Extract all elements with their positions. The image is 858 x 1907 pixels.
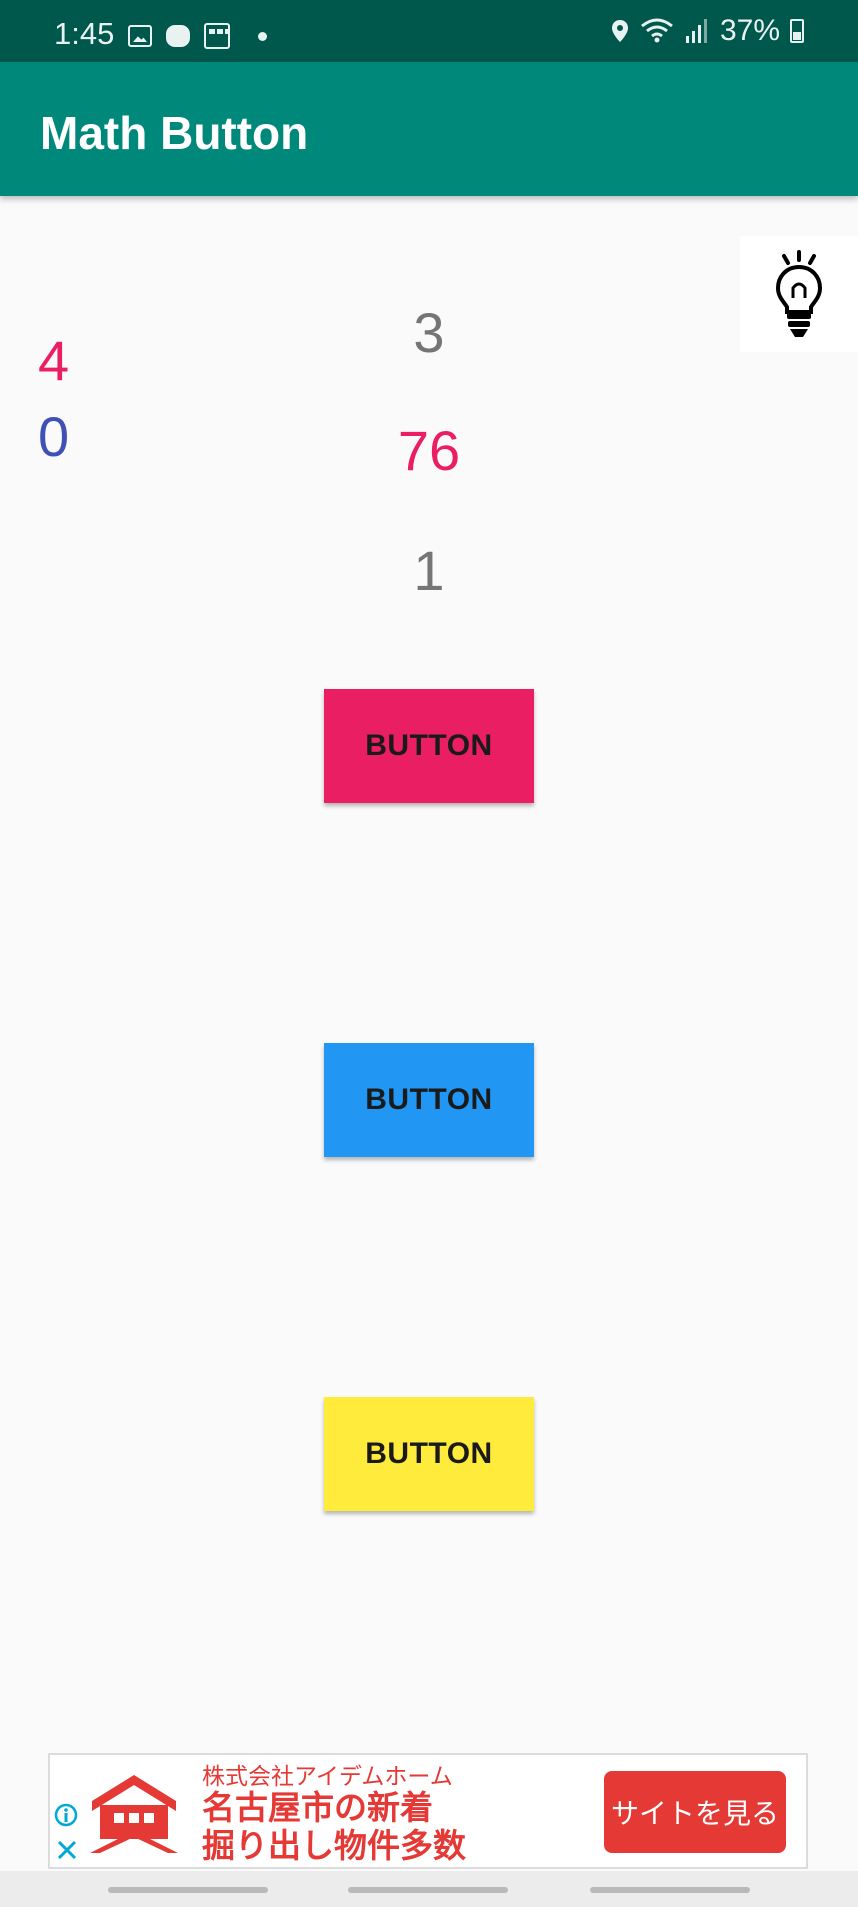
battery-percent: 37% xyxy=(719,14,780,47)
app-title: Math Button xyxy=(40,107,309,159)
ad-headline-line2: 掘り出し物件多数 xyxy=(202,1827,466,1864)
pink-button[interactable]: BUTTON xyxy=(324,689,534,803)
navigation-bar xyxy=(0,1871,858,1907)
calendar-icon xyxy=(204,23,230,49)
close-icon[interactable] xyxy=(56,1839,78,1861)
center-number-middle: 76 xyxy=(397,419,461,482)
center-number-bottom: 1 xyxy=(413,539,445,602)
nav-home[interactable] xyxy=(348,1887,508,1893)
game-icon xyxy=(166,25,190,47)
status-bar: 1:45 37% xyxy=(0,0,858,62)
ad-company-name: 株式会社アイデムホーム xyxy=(202,1763,453,1789)
location-icon xyxy=(611,20,628,42)
app-bar: Math Button xyxy=(0,62,858,196)
nav-back[interactable] xyxy=(108,1887,268,1893)
company-logo xyxy=(90,1775,178,1853)
center-number-top: 3 xyxy=(413,301,445,364)
signal-icon xyxy=(685,19,707,43)
dot-icon xyxy=(258,31,267,41)
system-icons: 37% xyxy=(610,14,804,48)
nav-recents[interactable] xyxy=(590,1887,750,1893)
ad-headline-line1: 名古屋市の新着 xyxy=(202,1789,433,1826)
ad-cta-button[interactable]: サイトを見る xyxy=(604,1771,786,1853)
ad-banner[interactable]: 株式会社アイデムホーム 名古屋市の新着 掘り出し物件多数 サイトを見る xyxy=(48,1753,808,1869)
ad-headline: 名古屋市の新着 掘り出し物件多数 xyxy=(202,1789,466,1865)
gallery-icon xyxy=(128,25,152,47)
blue-button[interactable]: BUTTON xyxy=(324,1043,534,1157)
status-time: 1:45 xyxy=(54,16,115,51)
wifi-icon xyxy=(641,18,673,43)
notification-icons xyxy=(128,22,267,50)
info-icon[interactable] xyxy=(54,1803,78,1827)
yellow-button[interactable]: BUTTON xyxy=(324,1397,534,1511)
battery-icon xyxy=(790,19,804,43)
